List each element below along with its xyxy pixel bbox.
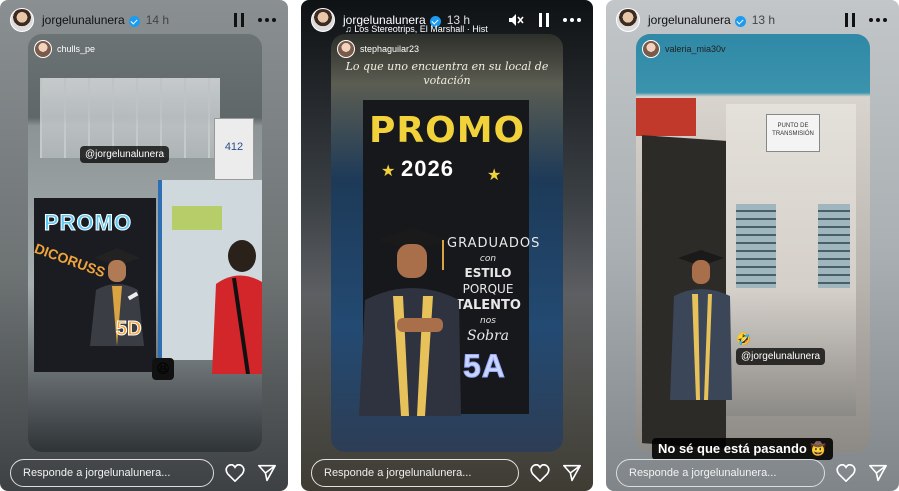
pause-icon[interactable]: [533, 9, 555, 31]
story-1-reply-bar: [10, 459, 278, 487]
laughing-emoji-sticker: 😆: [152, 358, 174, 380]
sticker-emoji: 😆: [156, 361, 170, 376]
room-sign: 412: [214, 118, 254, 180]
banner-section: 5A: [463, 348, 506, 385]
story-1-time: 14 h: [145, 13, 170, 27]
shared-from-username: chulls_pe: [57, 44, 96, 54]
like-heart-icon[interactable]: [224, 462, 246, 484]
story-3-avatar[interactable]: [616, 8, 640, 32]
music-track: Los Stereotrips, El Marshall · Hist: [354, 24, 488, 34]
person-red-shirt-image: [212, 240, 262, 374]
story-3-mention-tag[interactable]: @jorgelunalunera: [736, 348, 826, 365]
more-options-icon[interactable]: [561, 9, 583, 31]
send-icon[interactable]: [561, 462, 583, 484]
window-blinds: [736, 204, 776, 288]
red-wall-panel: [636, 98, 696, 136]
story-1-mention-tag[interactable]: @jorgelunalunera: [80, 146, 170, 163]
shared-from-avatar: [642, 40, 660, 58]
send-icon[interactable]: [256, 462, 278, 484]
story-2-shared-from[interactable]: stephaguilar23: [337, 40, 419, 58]
story-3-reply-input[interactable]: [616, 459, 825, 487]
story-3-header: jorgelunalunera 13 h: [616, 8, 889, 32]
poster-title: PROMO: [43, 210, 133, 236]
shelf: [172, 206, 222, 230]
story-2[interactable]: jorgelunalunera 13 h ♫ Los Stereotrips, …: [301, 0, 593, 491]
music-note-icon: ♫: [345, 24, 355, 34]
shared-from-username: stephaguilar23: [360, 44, 420, 54]
star-icon: ★: [487, 167, 502, 184]
story-3-shared-from[interactable]: valeria_mia30v: [642, 40, 726, 58]
verified-badge-icon: [734, 15, 746, 27]
shared-from-username: valeria_mia30v: [665, 44, 726, 54]
story-3-reply-bar: [616, 459, 889, 487]
mute-icon[interactable]: [505, 9, 527, 31]
room-sign: PUNTO DE TRANSMISIÓN: [766, 114, 820, 152]
banner-year: 2026: [401, 156, 454, 181]
story-2-reply-input[interactable]: [311, 459, 519, 487]
story-2-reply-bar: [311, 459, 583, 487]
story-3-mention[interactable]: 🤣 @jorgelunalunera: [736, 332, 826, 365]
like-heart-icon[interactable]: [835, 462, 857, 484]
shared-from-avatar: [34, 40, 52, 58]
more-options-icon[interactable]: [867, 9, 889, 31]
stories-grid: jorgelunalunera 14 h chulls_pe 412 @jorg…: [0, 0, 899, 491]
story-1-shared-from[interactable]: chulls_pe: [34, 40, 95, 58]
banner-title: PROMO: [369, 110, 526, 151]
more-options-icon[interactable]: [256, 9, 278, 31]
story-1-username[interactable]: jorgelunalunera: [42, 13, 125, 27]
music-label[interactable]: ♫ Los Stereotrips, El Marshall · Hist: [345, 24, 505, 34]
pause-icon[interactable]: [228, 9, 250, 31]
window-blinds: [818, 204, 850, 288]
poster-section: 5D: [116, 318, 143, 341]
story-1-avatar[interactable]: [10, 8, 34, 32]
mention-emoji: 🤣: [736, 332, 751, 346]
like-heart-icon[interactable]: [529, 462, 551, 484]
pause-icon[interactable]: [839, 9, 861, 31]
story-1-reply-input[interactable]: [10, 459, 214, 487]
story-3-time: 13 h: [751, 13, 776, 27]
verified-badge-icon: [128, 15, 140, 27]
story-3[interactable]: jorgelunalunera 13 h valeria_mia30v PUNT…: [606, 0, 899, 491]
shared-from-avatar: [337, 40, 355, 58]
graduate-figure-image: [670, 250, 732, 400]
story-1[interactable]: jorgelunalunera 14 h chulls_pe 412 @jorg…: [0, 0, 288, 491]
graduate-figure-image: [359, 228, 461, 416]
send-icon[interactable]: [867, 462, 889, 484]
star-icon: ★: [381, 163, 396, 180]
story-3-username[interactable]: jorgelunalunera: [648, 13, 731, 27]
story-3-caption: No sé que está pasando 🤠: [652, 438, 833, 460]
story-2-caption: Lo que uno encuentra en su local de vota…: [345, 60, 549, 87]
story-1-header: jorgelunalunera 14 h: [10, 8, 278, 32]
story-2-avatar[interactable]: [311, 8, 335, 32]
